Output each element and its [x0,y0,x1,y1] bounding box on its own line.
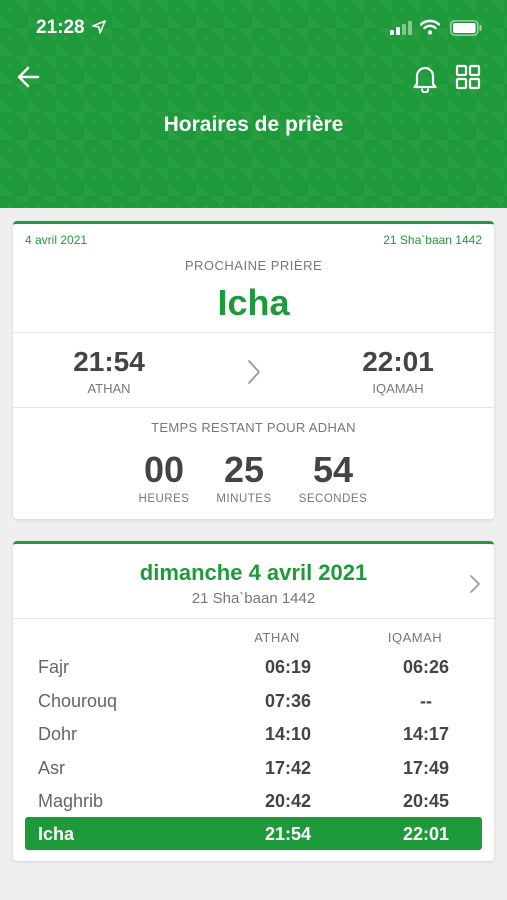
prayer-athan-time: 20:42 [264,791,312,811]
countdown-minutes-label: MINUTES [216,493,272,505]
bell-icon[interactable] [411,63,439,93]
grid-menu-icon[interactable] [455,64,481,90]
iqamah-label: IQAMAH [372,381,424,396]
back-arrow-icon[interactable] [16,64,42,90]
chevron-right-icon[interactable] [246,358,262,386]
prayer-name: Fajr [38,657,69,677]
prayer-iqamah-time: -- [420,691,432,711]
prayer-name: Asr [38,758,65,778]
prayer-iqamah-time: 06:26 [402,657,450,677]
prayer-iqamah-time: 14:17 [402,724,450,744]
countdown-minutes: 25 [223,449,265,490]
prayer-row-maghrib[interactable]: Maghrib 20:42 20:45 [25,784,482,817]
athan-time: 21:54 [73,346,145,377]
column-header-athan: ATHAN [254,630,300,645]
prayer-iqamah-time: 17:49 [402,758,450,778]
iqamah-time: 22:01 [362,346,434,377]
next-prayer-label: PROCHAINE PRIÈRE [184,258,323,273]
next-day-chevron-icon[interactable] [469,574,481,594]
schedule-day-title: dimanche 4 avril 2021 [139,560,368,585]
prayer-row-dohr[interactable]: Dohr 14:10 14:17 [25,717,482,750]
countdown-hours-label: HEURES [138,493,190,505]
location-arrow-icon [92,20,106,34]
time-remaining-label: TEMPS RESTANT POUR ADHAN [151,420,356,435]
prayer-athan-time: 07:36 [264,691,312,711]
prayer-name: Chourouq [38,691,118,711]
wifi-icon [420,19,440,35]
column-header-iqamah: IQAMAH [387,630,443,645]
prayer-name: Maghrib [38,791,104,811]
battery-icon [450,20,482,36]
countdown-seconds: 54 [312,449,354,490]
prayer-row-fajr[interactable]: Fajr 06:19 06:26 [25,650,482,683]
prayer-iqamah-time: 22:01 [402,824,450,844]
schedule-hijri-date: 21 Sha`baan 1442 [191,590,316,607]
cellular-signal-icon [390,21,412,35]
prayer-athan-time: 21:54 [264,824,312,844]
prayer-row-icha-active[interactable]: Icha 21:54 22:01 [25,817,482,850]
prayer-row-chourouq[interactable]: Chourouq 07:36 -- [25,684,482,717]
athan-label: ATHAN [87,381,131,396]
prayer-athan-time: 17:42 [264,758,312,778]
divider [13,332,494,333]
prayer-athan-time: 06:19 [264,657,312,677]
status-bar: 21:28 [0,0,507,58]
prayer-name: Dohr [38,724,78,744]
divider [13,618,494,619]
next-prayer-card: 4 avril 2021 21 Sha`baan 1442 PROCHAINE … [13,221,494,519]
countdown-seconds-label: SECONDES [298,493,368,505]
prayer-iqamah-time: 20:45 [402,791,450,811]
next-prayer-name: Icha [217,282,290,323]
daily-schedule-card: dimanche 4 avril 2021 21 Sha`baan 1442 A… [13,541,494,861]
prayer-row-asr[interactable]: Asr 17:42 17:49 [25,751,482,784]
prayer-name: Icha [38,824,75,844]
gregorian-date: 4 avril 2021 [25,233,88,247]
countdown-hours: 00 [143,449,185,490]
header-scalloped-edge [0,202,507,212]
divider [13,407,494,408]
status-time: 21:28 [36,17,85,38]
hijri-date: 21 Sha`baan 1442 [383,233,482,247]
prayer-athan-time: 14:10 [264,724,312,744]
page-title: Horaires de prière [163,113,344,136]
